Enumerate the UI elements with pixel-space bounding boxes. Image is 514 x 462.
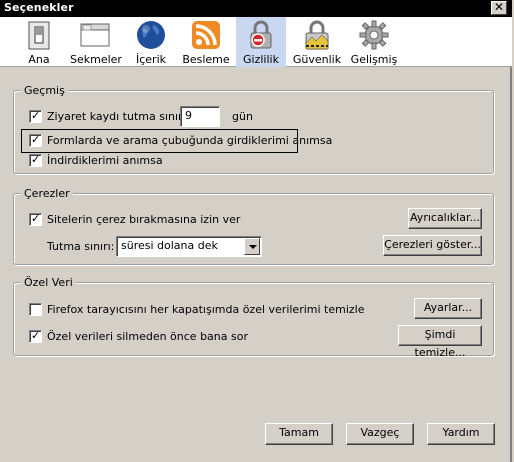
title-bar: Seçenekler ✕ bbox=[0, 0, 512, 17]
tab-sekmeler[interactable]: Sekmeler bbox=[70, 17, 122, 67]
window-title: Seçenekler bbox=[4, 1, 74, 14]
show-cookies-button[interactable]: Çerezleri göster... bbox=[383, 235, 482, 256]
clear-on-close-checkbox[interactable] bbox=[29, 303, 42, 316]
visit-limit-checkbox[interactable]: ✓ bbox=[29, 109, 42, 123]
clear-on-close-label: Firefox tarayıcısını her kapatışımda öze… bbox=[47, 303, 365, 316]
keep-until-label: Tutma sınırı: bbox=[47, 240, 115, 253]
clear-now-button[interactable]: Şimdi temizle... bbox=[398, 325, 482, 359]
private-data-legend: Özel Veri bbox=[21, 276, 76, 289]
remember-forms-checkbox[interactable]: ✓ bbox=[29, 133, 42, 147]
tab-guvenlik[interactable]: Güvenlik bbox=[292, 17, 342, 67]
tab-label: Gelişmiş bbox=[350, 53, 398, 66]
cookies-legend: Çerezler bbox=[21, 187, 73, 200]
privacy-lock-icon bbox=[250, 20, 272, 49]
chevron-down-icon[interactable] bbox=[244, 238, 260, 255]
check-mark-icon: ✓ bbox=[31, 212, 41, 225]
home-switch-icon bbox=[28, 21, 50, 50]
visit-limit-label: Ziyaret kaydı tutma sınırı: bbox=[47, 110, 190, 123]
keep-until-value: süresi dolana dek bbox=[121, 239, 218, 252]
accept-cookies-checkbox[interactable]: ✓ bbox=[29, 212, 42, 226]
options-dialog: Seçenekler ✕ Ana Sekmeler İçerik Besleme… bbox=[0, 0, 512, 462]
help-button[interactable]: Yardım bbox=[427, 423, 495, 445]
remember-downloads-checkbox[interactable]: ✓ bbox=[29, 153, 42, 167]
remember-downloads-label: İndirdiklerimi anımsa bbox=[47, 154, 163, 167]
tab-ana[interactable]: Ana bbox=[18, 17, 60, 67]
tab-besleme[interactable]: Besleme bbox=[180, 17, 232, 67]
tab-label: Sekmeler bbox=[70, 53, 122, 66]
ok-button[interactable]: Tamam bbox=[265, 423, 333, 445]
accept-cookies-label: Sitelerin çerez bırakmasına izin ver bbox=[47, 213, 241, 226]
close-icon: ✕ bbox=[493, 0, 505, 14]
keep-until-select[interactable]: süresi dolana dek bbox=[116, 236, 262, 257]
visit-days-input[interactable]: 9 bbox=[180, 106, 220, 127]
tab-gelismis[interactable]: Gelişmiş bbox=[350, 17, 398, 67]
rss-feed-icon bbox=[192, 21, 220, 49]
check-mark-icon: ✓ bbox=[31, 153, 41, 166]
tab-label: Güvenlik bbox=[292, 53, 342, 66]
tab-label: İçerik bbox=[135, 53, 166, 66]
security-padlock-icon bbox=[305, 20, 329, 50]
check-mark-icon: ✓ bbox=[31, 133, 41, 146]
private-data-settings-button[interactable]: Ayarlar... bbox=[414, 298, 482, 319]
tab-label: Besleme bbox=[182, 53, 230, 66]
ask-before-clear-label: Özel verileri silmeden önce bana sor bbox=[47, 330, 248, 343]
cookie-exceptions-button[interactable]: Ayrıcalıklar... bbox=[408, 208, 482, 229]
gear-icon bbox=[359, 20, 389, 50]
tab-icerik[interactable]: İçerik bbox=[130, 17, 172, 67]
tabs-window-icon bbox=[80, 23, 110, 47]
tab-gizlilik[interactable]: Gizlilik bbox=[236, 17, 286, 67]
check-mark-icon: ✓ bbox=[31, 329, 41, 342]
visit-days-unit: gün bbox=[232, 110, 253, 123]
remember-forms-label: Formlarda ve arama çubuğunda girdiklerim… bbox=[47, 134, 333, 147]
tab-label: Ana bbox=[28, 53, 50, 66]
cancel-button[interactable]: Vazgeç bbox=[346, 423, 414, 445]
history-legend: Geçmiş bbox=[21, 84, 68, 97]
globe-icon bbox=[137, 21, 165, 49]
close-button[interactable]: ✕ bbox=[491, 1, 507, 15]
ask-before-clear-checkbox[interactable]: ✓ bbox=[29, 329, 42, 343]
tab-label: Gizlilik bbox=[243, 53, 279, 66]
check-mark-icon: ✓ bbox=[31, 109, 41, 122]
category-toolbar: Ana Sekmeler İçerik Besleme Gizlilik Güv… bbox=[0, 17, 512, 67]
